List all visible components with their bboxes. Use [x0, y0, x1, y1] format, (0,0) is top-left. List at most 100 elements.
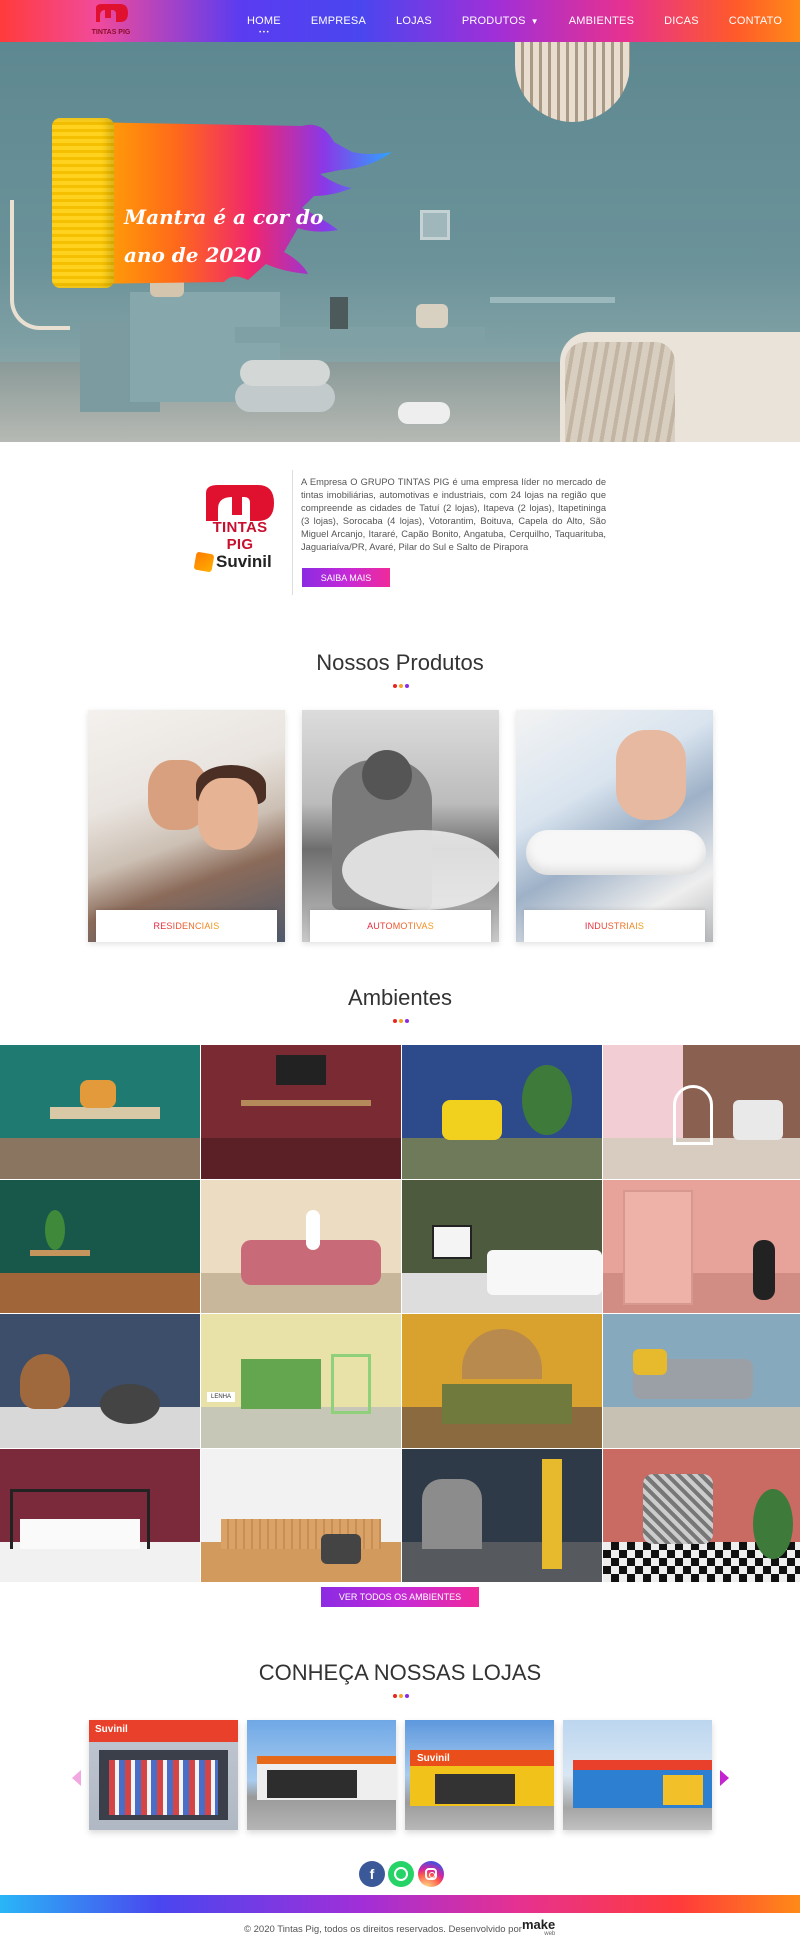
product-photo-hand: [616, 730, 686, 820]
tile-bed: [487, 1249, 602, 1295]
tile-plant: [753, 1488, 793, 1559]
tile-teddy-bear: [20, 1354, 70, 1409]
store-photo[interactable]: Suvinil: [89, 1720, 238, 1830]
dot: [393, 1019, 397, 1023]
tile-cushion: [80, 1080, 116, 1108]
store-shelves: [109, 1760, 218, 1815]
store-stripe: [257, 1756, 396, 1764]
nav-contato[interactable]: CONTATO: [714, 0, 797, 42]
ambientes-gallery: LENHA: [0, 1045, 800, 1582]
tintas-pig-logo[interactable]: TINTAS PIG: [90, 4, 132, 38]
tile-floor: [0, 1272, 200, 1313]
ambiente-tile[interactable]: [402, 1179, 602, 1313]
hero-knit-blanket: [565, 342, 675, 442]
tile-wall: [0, 1179, 200, 1273]
suvinil-mark-icon: [193, 551, 215, 573]
ambiente-tile[interactable]: [402, 1314, 602, 1448]
facebook-icon[interactable]: f: [359, 1861, 385, 1887]
ambiente-tile[interactable]: [0, 1314, 200, 1448]
tile-bench: [50, 1107, 160, 1119]
tile-bedding: [20, 1518, 140, 1549]
store-photo[interactable]: Suvinil: [405, 1720, 554, 1830]
footer-gradient-bar: [0, 1895, 800, 1913]
ambiente-tile[interactable]: [201, 1179, 401, 1313]
product-card-residenciais[interactable]: RESIDENCIAIS: [88, 710, 285, 942]
tile-vase: [306, 1209, 320, 1250]
tile-floor: [201, 1407, 401, 1448]
dot: [393, 1694, 397, 1698]
nav-ambientes-label: AMBIENTES: [568, 15, 635, 27]
ambiente-tile[interactable]: [402, 1045, 602, 1179]
tile-desk: [241, 1100, 371, 1106]
product-card-automotivas[interactable]: AUTOMOTIVAS: [302, 710, 499, 942]
instagram-glyph: [425, 1868, 437, 1880]
make-web-logo-text: make: [522, 1917, 556, 1932]
ambiente-tile[interactable]: [201, 1045, 401, 1179]
ambiente-tile[interactable]: [603, 1314, 800, 1448]
dot: [399, 684, 403, 688]
whatsapp-icon[interactable]: [388, 1861, 414, 1887]
instagram-icon[interactable]: [418, 1861, 444, 1887]
saiba-mais-button[interactable]: SAIBA MAIS: [302, 568, 390, 587]
store-photo[interactable]: [247, 1720, 396, 1830]
hero-vase: [416, 304, 448, 328]
whatsapp-glyph: [394, 1867, 408, 1881]
nav-home-label: HOME: [247, 15, 281, 27]
ambiente-tile[interactable]: [0, 1179, 200, 1313]
ver-todos-ambientes-button[interactable]: VER TODOS OS AMBIENTES: [321, 1587, 479, 1607]
tile-armchair: [643, 1473, 713, 1544]
main-menu: HOME EMPRESA LOJAS PRODUTOS ▼ AMBIENTES D…: [232, 0, 797, 42]
make-web-logo[interactable]: make web: [522, 1918, 555, 1937]
tile-person: [753, 1239, 775, 1300]
product-photo-woman: [198, 778, 258, 850]
tile-cushion: [442, 1100, 502, 1140]
ambiente-tile[interactable]: [603, 1179, 800, 1313]
chevron-left-icon[interactable]: [72, 1770, 81, 1786]
products-section-title: Nossos Produtos: [316, 650, 484, 675]
store-sign-text: Suvinil: [417, 1753, 450, 1764]
store-photo[interactable]: [563, 1720, 712, 1830]
about-logo-text: TINTAS PIG: [212, 519, 268, 553]
tile-desk: [241, 1359, 321, 1409]
nav-lojas-label: LOJAS: [396, 15, 432, 27]
nav-ambientes[interactable]: AMBIENTES: [554, 0, 649, 42]
tile-chair: [331, 1354, 371, 1414]
tile-wardrobe: [623, 1189, 693, 1305]
hero-pillow: [240, 360, 330, 386]
ambiente-tile[interactable]: LENHA: [201, 1314, 401, 1448]
tile-plant: [522, 1065, 572, 1135]
ambiente-tile[interactable]: [402, 1448, 602, 1582]
product-label: RESIDENCIAIS: [96, 910, 277, 942]
ambientes-title-dots: [393, 1019, 409, 1023]
top-navbar: TINTAS PIG HOME EMPRESA LOJAS PRODUTOS ▼ …: [0, 0, 800, 42]
ambiente-tile[interactable]: [201, 1448, 401, 1582]
suvinil-logo-text: Suvinil: [216, 552, 272, 571]
product-label: INDUSTRIAIS: [524, 910, 705, 942]
tile-cradle: [673, 1085, 713, 1145]
nav-empresa[interactable]: EMPRESA: [296, 0, 381, 42]
chevron-right-icon[interactable]: [720, 1770, 729, 1786]
nav-dicas[interactable]: DICAS: [649, 0, 714, 42]
ambiente-tile[interactable]: [603, 1448, 800, 1582]
stores-title-dots: [393, 1694, 409, 1698]
dot: [399, 1019, 403, 1023]
tile-floor: [201, 1138, 401, 1179]
tile-shelf: [542, 1458, 562, 1569]
ambiente-tile[interactable]: [603, 1045, 800, 1179]
ambiente-tile[interactable]: [0, 1045, 200, 1179]
tile-cushion: [633, 1349, 667, 1375]
product-photo-mask: [362, 750, 412, 800]
about-divider: [292, 470, 293, 595]
nav-produtos[interactable]: PRODUTOS ▼: [447, 0, 554, 42]
product-card-industriais[interactable]: INDUSTRIAIS: [516, 710, 713, 942]
nav-dicas-label: DICAS: [664, 15, 699, 27]
ambiente-tile[interactable]: [0, 1448, 200, 1582]
nav-lojas[interactable]: LOJAS: [381, 0, 447, 42]
tile-armchair: [733, 1100, 783, 1140]
product-label-text: AUTOMOTIVAS: [367, 921, 434, 931]
hero-vase: [330, 297, 348, 329]
products-title-dots: [393, 684, 409, 688]
dot: [393, 684, 397, 688]
tile-floor: [0, 1407, 200, 1448]
nav-home[interactable]: HOME: [232, 0, 296, 42]
